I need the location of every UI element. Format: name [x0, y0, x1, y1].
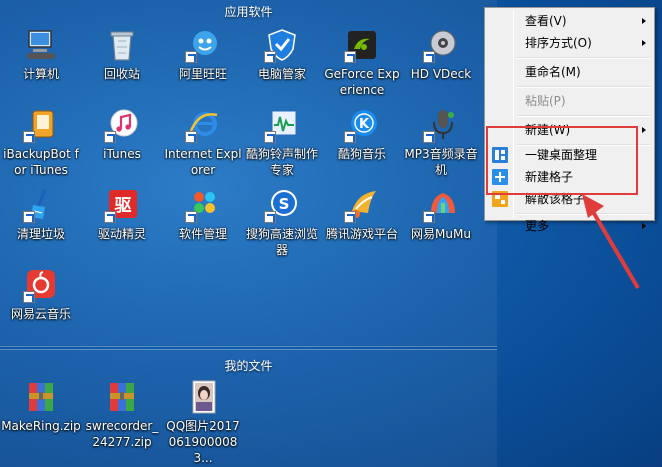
menu-item-sort[interactable]: 排序方式(O)	[487, 32, 652, 54]
svg-text:S: S	[279, 195, 290, 213]
aliwangwang-icon	[185, 27, 221, 63]
recycle-bin-icon	[104, 27, 140, 63]
ibackupbot-icon	[23, 107, 59, 143]
icon-label: 驱动精灵	[97, 227, 146, 241]
desktop-icon-recycle-bin[interactable]: 回收站	[82, 27, 162, 82]
icon-label: MakeRing.zip	[1, 419, 81, 433]
hd-vdeck-icon	[423, 27, 459, 63]
icon-label: 搜狗高速浏览器	[245, 227, 318, 257]
icon-label: 阿里旺旺	[178, 67, 227, 81]
icon-label: 清理垃圾	[16, 227, 65, 241]
pc-manager-icon	[264, 27, 300, 63]
internet-explorer-icon	[185, 107, 221, 143]
desktop-file-qq-image[interactable]: QQ图片20170619000083...	[163, 379, 243, 466]
icon-label: 酷狗音乐	[337, 147, 386, 161]
icon-label: MP3音频录音机	[404, 147, 478, 177]
desktop-icon-clean-trash[interactable]: 清理垃圾	[1, 187, 81, 242]
icon-label: swrecorder_24277.zip	[85, 419, 159, 449]
kugou-music-icon: K	[344, 107, 380, 143]
netease-music-icon	[23, 267, 59, 303]
zip-archive-icon	[23, 379, 59, 415]
icon-label: 电脑管家	[257, 67, 306, 81]
desktop-icon-internet-explorer[interactable]: Internet Explorer	[163, 107, 243, 178]
desktop-file-swrecorder[interactable]: swrecorder_24277.zip	[82, 379, 162, 450]
menu-item-label: 排序方式(O)	[525, 36, 592, 50]
zip-archive-icon	[104, 379, 140, 415]
desktop-icon-driver-genius[interactable]: 驱 驱动精灵	[82, 187, 162, 242]
svg-text:K: K	[359, 117, 370, 132]
menu-item-view[interactable]: 查看(V)	[487, 10, 652, 32]
software-manager-icon	[185, 187, 221, 223]
icon-label: 网易MuMu	[411, 227, 471, 241]
menu-separator	[517, 54, 652, 61]
svg-text:驱: 驱	[115, 196, 132, 216]
submenu-arrow-icon	[642, 40, 646, 46]
menu-item-label: 查看(V)	[525, 14, 567, 28]
icon-label: 回收站	[103, 67, 140, 81]
driver-genius-icon: 驱	[104, 187, 140, 223]
icon-label: Internet Explorer	[164, 147, 242, 177]
computer-icon	[23, 27, 59, 63]
icon-label: GeForce Experience	[324, 67, 400, 97]
desktop-icon-sogou-browser[interactable]: S 搜狗高速浏览器	[242, 187, 322, 258]
desktop-icon-kugou-ringtone[interactable]: 酷狗铃声制作专家	[242, 107, 322, 178]
mumu-icon	[423, 187, 459, 223]
menu-item-label: 粘贴(P)	[525, 94, 566, 108]
geforce-icon	[344, 27, 380, 63]
menu-separator	[517, 112, 652, 119]
fence-title-apps: 应用软件	[224, 5, 273, 19]
icon-label: HD VDeck	[410, 67, 472, 81]
menu-item-label: 重命名(M)	[525, 65, 581, 79]
menu-item-paste: 粘贴(P)	[487, 90, 652, 112]
icon-label: QQ图片20170619000083...	[166, 419, 240, 465]
kugou-ringtone-icon	[264, 107, 300, 143]
icon-label: 腾讯游戏平台	[325, 227, 398, 241]
menu-item-label: 更多	[525, 219, 550, 233]
desktop-icon-mp3-recorder[interactable]: MP3音频录音机	[401, 107, 481, 178]
submenu-arrow-icon	[642, 18, 646, 24]
fence-title-files: 我的文件	[224, 359, 273, 373]
mp3-recorder-icon	[423, 107, 459, 143]
desktop-icon-ibackupbot[interactable]: iBackupBot for iTunes	[1, 107, 81, 178]
itunes-icon	[104, 107, 140, 143]
desktop-icon-kugou-music[interactable]: K 酷狗音乐	[322, 107, 402, 162]
desktop-icon-computer[interactable]: 计算机	[1, 27, 81, 82]
menu-separator	[517, 83, 652, 90]
icon-label: iBackupBot for iTunes	[3, 147, 79, 177]
desktop-icon-itunes[interactable]: iTunes	[82, 107, 162, 162]
desktop-icon-pc-manager[interactable]: 电脑管家	[242, 27, 322, 82]
desktop-icon-netease-music[interactable]: 网易云音乐	[1, 267, 81, 322]
icon-label: 网易云音乐	[10, 307, 71, 321]
desktop-icon-mumu[interactable]: 网易MuMu	[401, 187, 481, 242]
desktop-file-makering[interactable]: MakeRing.zip	[1, 379, 81, 434]
desktop-icon-tencent-games[interactable]: 腾讯游戏平台	[322, 187, 402, 242]
menu-item-rename[interactable]: 重命名(M)	[487, 61, 652, 83]
desktop-icon-aliwangwang[interactable]: 阿里旺旺	[163, 27, 243, 82]
tencent-games-icon	[344, 187, 380, 223]
clean-trash-icon	[23, 187, 59, 223]
annotation-highlight-box	[486, 126, 638, 195]
desktop-icon-geforce[interactable]: GeForce Experience	[322, 27, 402, 98]
desktop-icon-software-manager[interactable]: 软件管理	[163, 187, 243, 242]
submenu-arrow-icon	[642, 127, 646, 133]
icon-label: 软件管理	[178, 227, 227, 241]
icon-label: 酷狗铃声制作专家	[245, 147, 318, 177]
desktop-icon-hd-vdeck[interactable]: HD VDeck	[401, 27, 481, 82]
image-thumbnail-icon	[185, 379, 221, 415]
annotation-arrow-icon	[582, 194, 640, 290]
sogou-browser-icon: S	[264, 187, 300, 223]
icon-label: iTunes	[103, 147, 141, 161]
icon-label: 计算机	[22, 67, 59, 81]
